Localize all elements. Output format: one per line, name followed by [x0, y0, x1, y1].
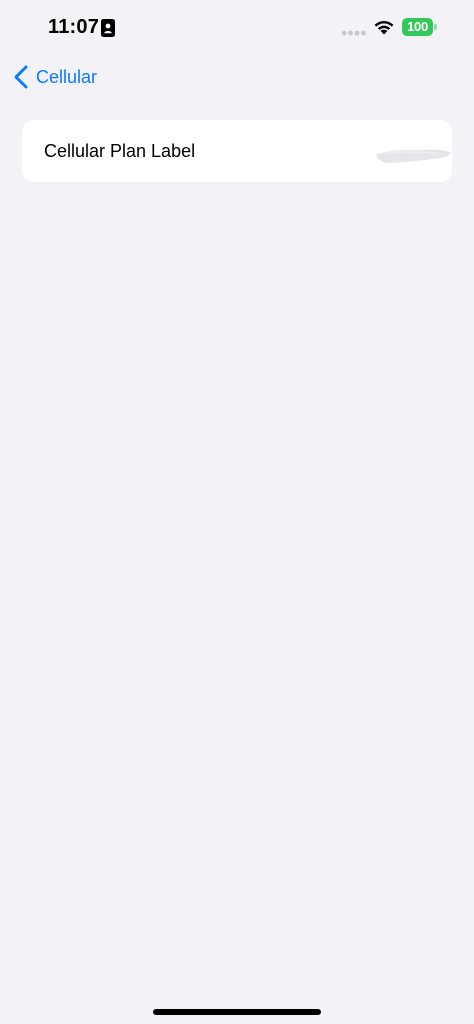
home-indicator[interactable] — [153, 1009, 321, 1015]
cellular-signal-icon — [341, 30, 366, 36]
chevron-left-icon — [14, 65, 28, 89]
status-bar: 11:07 100 — [0, 0, 474, 56]
wifi-icon — [374, 21, 394, 35]
row-label: Cellular Plan Label — [44, 141, 196, 161]
back-button[interactable]: Cellular — [10, 60, 97, 94]
battery-tip — [434, 24, 437, 30]
settings-group: Cellular Plan Label — [22, 120, 452, 182]
status-time: 11:07 — [48, 16, 100, 38]
battery-level: 100 — [402, 18, 433, 36]
cellular-plan-label-row[interactable]: Cellular Plan Label — [22, 120, 452, 182]
battery-icon: 100 — [402, 18, 437, 36]
redacted-value — [376, 149, 451, 163]
back-button-label: Cellular — [36, 66, 98, 87]
contact-card-icon — [101, 19, 115, 37]
